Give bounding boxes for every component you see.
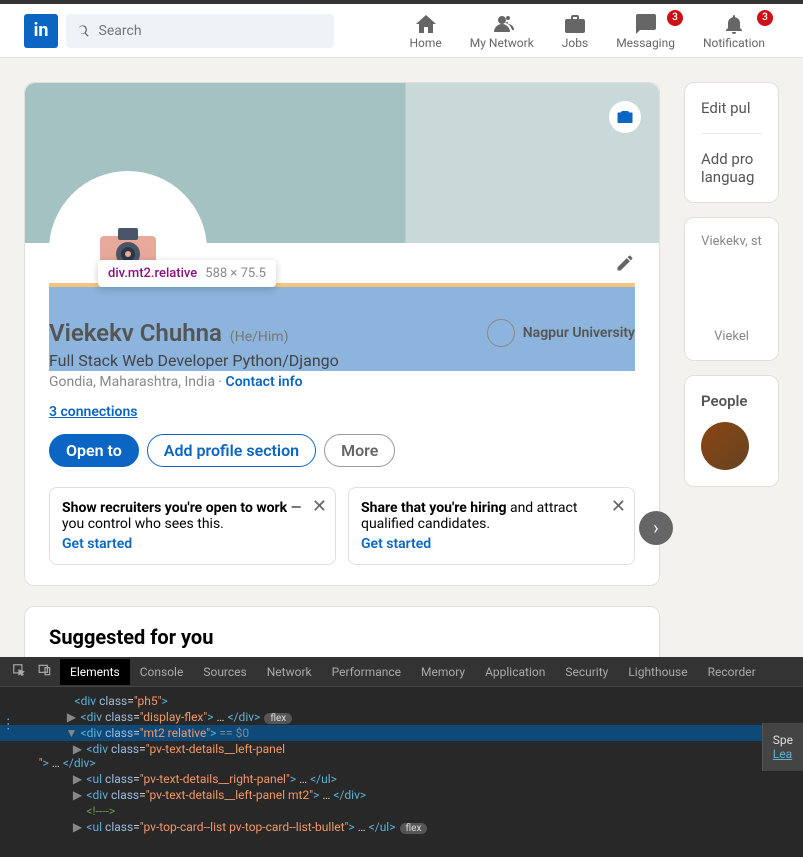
devtools-tab-security[interactable]: Security: [555, 659, 618, 685]
contact-info-link[interactable]: Contact info: [226, 374, 303, 390]
school-logo-icon: [487, 319, 515, 347]
profile-headline: Full Stack Web Developer Python/Django: [49, 351, 635, 370]
learn-more-link[interactable]: Lea: [773, 747, 792, 761]
device-toggle-icon[interactable]: [34, 659, 56, 684]
sidebar-snippet: Viekekv, st Viekel: [684, 217, 779, 361]
devtools-tab-network[interactable]: Network: [257, 659, 322, 685]
inspector-tooltip: div.mt2.relative588 × 75.5: [98, 260, 276, 287]
suggested-title: Suggested for you: [49, 625, 635, 649]
dom-tree-node[interactable]: ▶ <div class="pv-text-details__left-pane…: [0, 787, 803, 803]
nav-item-messaging[interactable]: Messaging3: [602, 12, 689, 50]
dom-tree-node[interactable]: ▶ <ul class="pv-top-card--list pv-top-ca…: [0, 819, 803, 835]
inspect-icon[interactable]: [8, 659, 30, 684]
profile-location: Gondia, Maharashtra, India · Contact inf…: [49, 374, 635, 390]
search-input[interactable]: [99, 23, 324, 39]
nav-item-jobs[interactable]: Jobs: [548, 12, 602, 50]
get-started-link[interactable]: Get started: [361, 536, 431, 552]
promo-card-1: ✕Share that you're hiring and attract qu…: [348, 487, 635, 565]
global-nav: in HomeMy NetworkJobsMessaging3Notificat…: [0, 4, 803, 58]
devtools-sidebar: Spe Lea: [762, 723, 803, 771]
devtools-tab-recorder[interactable]: Recorder: [698, 659, 766, 685]
sidebar-people: People: [684, 375, 779, 487]
linkedin-logo[interactable]: in: [24, 14, 58, 48]
sidebar-public-profile: Edit pul Add pro languag: [684, 82, 779, 203]
more-button[interactable]: More: [324, 434, 395, 467]
notification-badge: 3: [667, 10, 683, 26]
dom-tree-node[interactable]: ▶ <ul class="pv-text-details__right-pane…: [0, 771, 803, 787]
camera-icon: [616, 108, 634, 126]
connections-link[interactable]: 3 connections: [49, 404, 635, 420]
search-box[interactable]: [66, 14, 334, 48]
chevron-right-icon: ›: [653, 518, 658, 539]
devtools-elements[interactable]: ⋯ Spe Lea <div class="ph5"> ▶ <div class…: [0, 687, 803, 857]
notification-badge: 3: [757, 10, 773, 26]
dom-tree-node[interactable]: <div class="ph5">: [0, 693, 803, 709]
dom-tree-node[interactable]: <!---->: [0, 803, 803, 819]
profile-name: Viekekv Chuhna: [49, 319, 222, 347]
devtools-tab-sources[interactable]: Sources: [193, 659, 256, 685]
scroll-right-button[interactable]: ›: [639, 511, 673, 545]
edit-public-link[interactable]: Edit pul: [701, 99, 762, 134]
education-link[interactable]: Nagpur University: [487, 319, 635, 347]
devtools-tab-elements[interactable]: Elements: [60, 659, 130, 685]
open-to-button[interactable]: Open to: [49, 434, 139, 467]
devtools-tab-memory[interactable]: Memory: [411, 659, 475, 685]
cover-photo: [25, 83, 659, 243]
promo-card-0: ✕Show recruiters you're open to work — y…: [49, 487, 336, 565]
get-started-link[interactable]: Get started: [62, 536, 132, 552]
search-icon: [76, 23, 91, 39]
dom-tree-node[interactable]: ▶ <div class="display-flex"> … </div>fle…: [0, 709, 803, 725]
add-language-link[interactable]: Add pro: [701, 150, 762, 168]
close-icon[interactable]: ✕: [312, 496, 327, 517]
devtools-tab-console[interactable]: Console: [130, 659, 194, 685]
profile-pronoun: (He/Him): [230, 329, 289, 345]
person-avatar[interactable]: [701, 422, 749, 470]
devtools-tab-lighthouse[interactable]: Lighthouse: [618, 659, 697, 685]
dom-tree-node[interactable]: ▶ <div class="pv-text-details__left-pane…: [0, 741, 803, 771]
devtools-panel: ElementsConsoleSourcesNetworkPerformance…: [0, 657, 803, 857]
close-icon[interactable]: ✕: [611, 496, 626, 517]
people-heading: People: [701, 392, 762, 410]
devtools-tabs: ElementsConsoleSourcesNetworkPerformance…: [0, 657, 803, 687]
edit-cover-button[interactable]: [609, 101, 641, 133]
nav-item-notification[interactable]: Notification3: [689, 12, 779, 50]
overflow-indicator-icon: ⋯: [0, 717, 16, 731]
add-section-button[interactable]: Add profile section: [147, 434, 316, 467]
profile-card: Viekekv Chuhna (He/Him) Nagpur Universit…: [24, 82, 660, 586]
pencil-icon: [615, 253, 635, 273]
nav-item-home[interactable]: Home: [395, 12, 455, 50]
nav-item-my-network[interactable]: My Network: [456, 12, 548, 50]
dom-tree-node[interactable]: ▼ <div class="mt2 relative"> == $0: [0, 725, 803, 741]
devtools-tab-application[interactable]: Application: [475, 659, 555, 685]
edit-profile-button[interactable]: [615, 253, 635, 277]
devtools-tab-performance[interactable]: Performance: [322, 659, 411, 685]
